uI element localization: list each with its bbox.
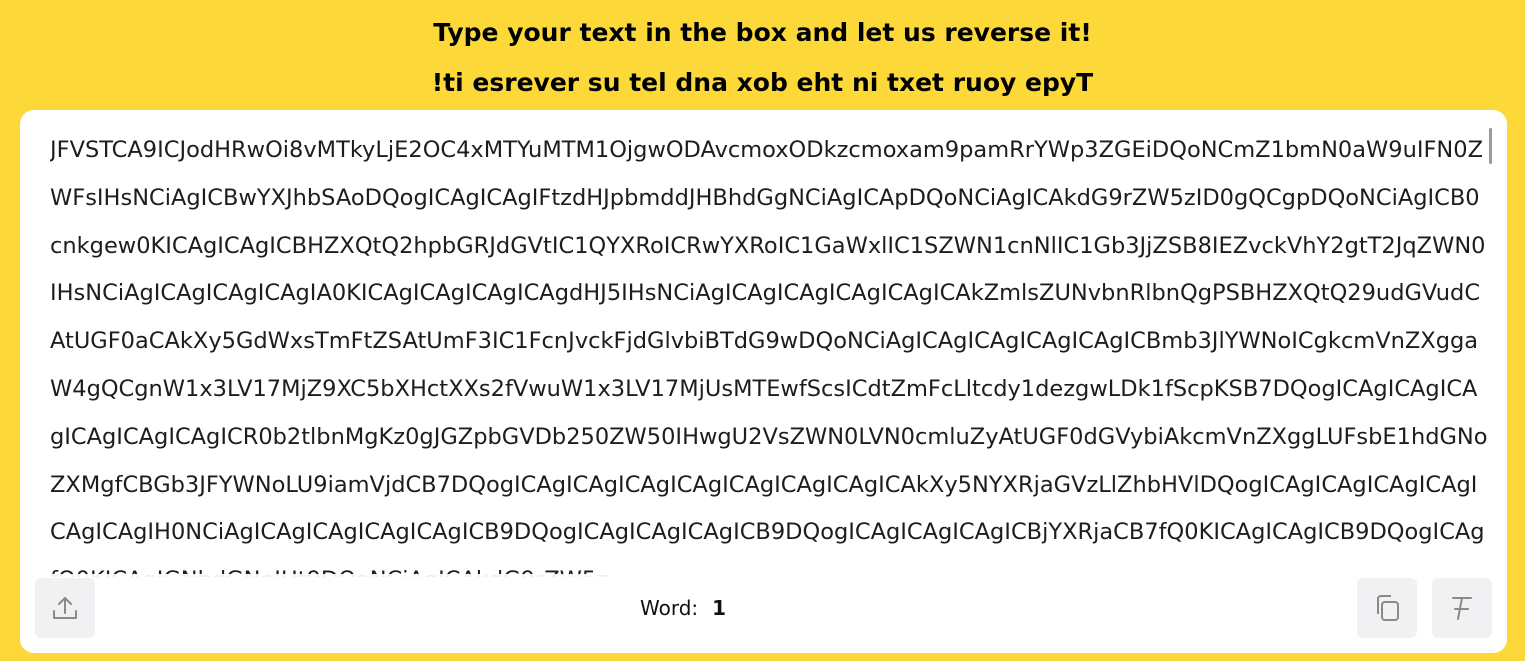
word-counter: Word: 1 xyxy=(640,596,726,620)
clear-format-button[interactable] xyxy=(1432,578,1492,638)
editor-card: JFVSTCA9ICJodHRwOi8vMTkyLjE2OC4xMTYuMTM1… xyxy=(20,110,1507,653)
editor-toolbar: Word: 1 xyxy=(20,574,1507,653)
upload-button[interactable] xyxy=(35,578,95,638)
scrollbar-thumb[interactable] xyxy=(1489,128,1492,164)
word-count-value: 1 xyxy=(712,596,727,620)
page-title: Type your text in the box and let us rev… xyxy=(433,18,1092,47)
reversed-title: !ti esrever su tel dna xob eht ni txet r… xyxy=(431,68,1094,97)
text-input-area[interactable]: JFVSTCA9ICJodHRwOi8vMTkyLjE2OC4xMTYuMTM1… xyxy=(50,127,1490,577)
word-count-label: Word: xyxy=(640,596,699,620)
clear-format-icon xyxy=(1446,592,1478,624)
upload-icon xyxy=(50,593,80,623)
copy-icon xyxy=(1371,592,1403,624)
copy-button[interactable] xyxy=(1357,578,1417,638)
